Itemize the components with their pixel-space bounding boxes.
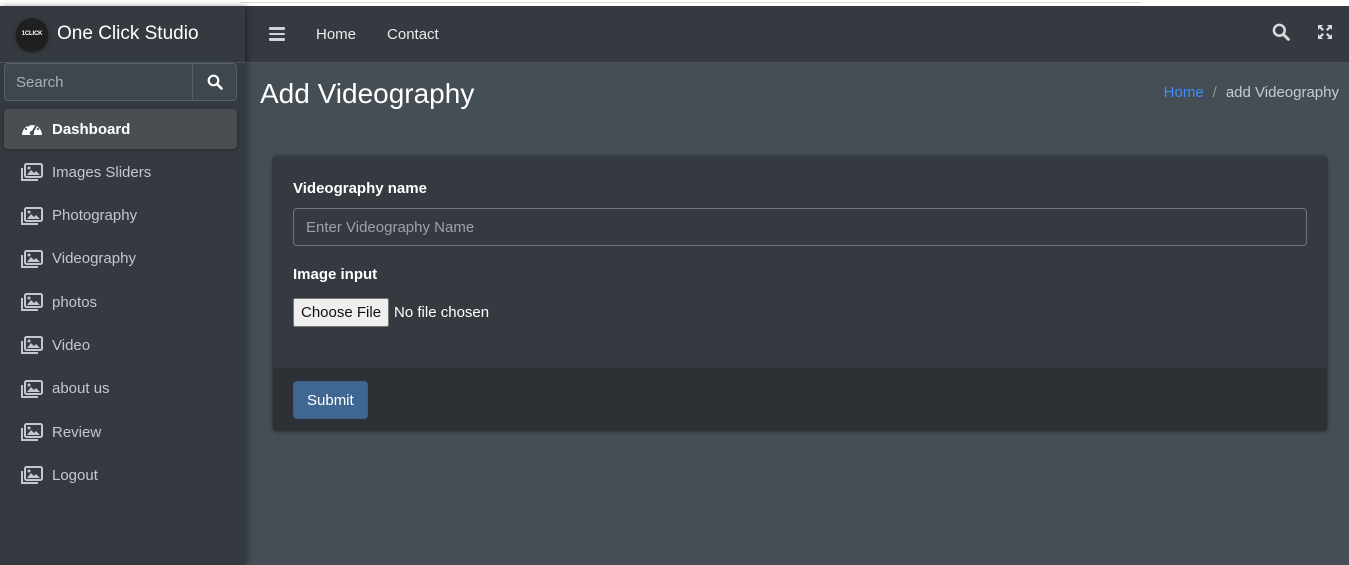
top-navbar: Home Contact <box>245 6 1349 63</box>
sidebar-item-dashboard[interactable]: Dashboard <box>4 109 237 149</box>
navbar-right-actions <box>1272 6 1333 63</box>
sidebar-item-label: Dashboard <box>52 120 131 138</box>
images-icon <box>21 466 43 485</box>
form-footer: Submit <box>273 368 1327 430</box>
submit-button[interactable]: Submit <box>293 381 368 419</box>
sidebar-search-input[interactable] <box>4 63 192 101</box>
sidebar-item-video[interactable]: Video <box>4 325 237 365</box>
brand-name: One Click Studio <box>57 23 199 44</box>
sidebar-item-logout[interactable]: Logout <box>4 455 237 495</box>
images-icon <box>21 249 43 268</box>
videography-name-label: Videography name <box>293 180 427 197</box>
content-wrapper: Add Videography Home / add Videography V… <box>245 63 1349 565</box>
breadcrumb: Home / add Videography <box>1164 84 1339 101</box>
search-icon[interactable] <box>1272 23 1290 46</box>
image-input-label: Image input <box>293 266 378 283</box>
sidebar-item-label: Videography <box>52 250 136 268</box>
sidebar-item-label: Review <box>52 423 102 441</box>
sidebar-item-videography[interactable]: Videography <box>4 239 237 279</box>
file-status-text: No file chosen <box>394 304 490 321</box>
sidebar-item-photos[interactable]: photos <box>4 282 237 322</box>
sidebar-search-button[interactable] <box>192 63 237 101</box>
images-icon <box>21 423 43 442</box>
sidebar-item-label: Video <box>52 336 91 354</box>
hamburger-menu-icon[interactable] <box>269 27 285 41</box>
sidebar-item-label: Photography <box>52 207 138 225</box>
sidebar: 1CLICK One Click Studio Dashboar <box>0 6 245 565</box>
nav-link-home[interactable]: Home <box>316 26 356 43</box>
sidebar-item-about-us[interactable]: about us <box>4 369 237 409</box>
sidebar-search <box>4 63 237 101</box>
sidebar-item-photography[interactable]: Photography <box>4 196 237 236</box>
add-videography-form: Videography name Image input Choose File… <box>273 156 1327 430</box>
images-icon <box>21 206 43 225</box>
breadcrumb-current: add Videography <box>1225 84 1339 101</box>
file-input: Choose File No file chosen <box>293 298 1307 327</box>
breadcrumb-home-link[interactable]: Home <box>1164 84 1204 101</box>
sidebar-item-label: about us <box>52 380 110 398</box>
sidebar-item-label: Logout <box>52 466 98 484</box>
form-body: Videography name Image input Choose File… <box>273 156 1327 368</box>
breadcrumb-separator: / <box>1212 84 1217 101</box>
images-icon <box>21 379 43 398</box>
fullscreen-expand-icon[interactable] <box>1317 24 1333 45</box>
sidebar-item-label: Images Sliders <box>52 163 152 181</box>
images-icon <box>21 163 43 182</box>
sidebar-item-review[interactable]: Review <box>4 412 237 452</box>
search-icon <box>207 74 223 90</box>
sidebar-nav: Dashboard Images Sliders Photography Vid… <box>4 109 237 499</box>
brand-logo-text: 1CLICK <box>21 31 43 37</box>
brand-logo: 1CLICK <box>16 18 48 50</box>
nav-link-contact[interactable]: Contact <box>387 26 439 43</box>
images-icon <box>21 336 43 355</box>
brand-link[interactable]: 1CLICK One Click Studio <box>0 6 245 63</box>
videography-name-input[interactable] <box>293 208 1307 246</box>
dashboard-icon <box>21 120 43 138</box>
sidebar-item-images-sliders[interactable]: Images Sliders <box>4 152 237 192</box>
page-title: Add Videography <box>260 78 475 109</box>
images-icon <box>21 293 43 312</box>
sidebar-item-label: photos <box>52 293 98 311</box>
choose-file-button[interactable]: Choose File <box>293 298 390 327</box>
